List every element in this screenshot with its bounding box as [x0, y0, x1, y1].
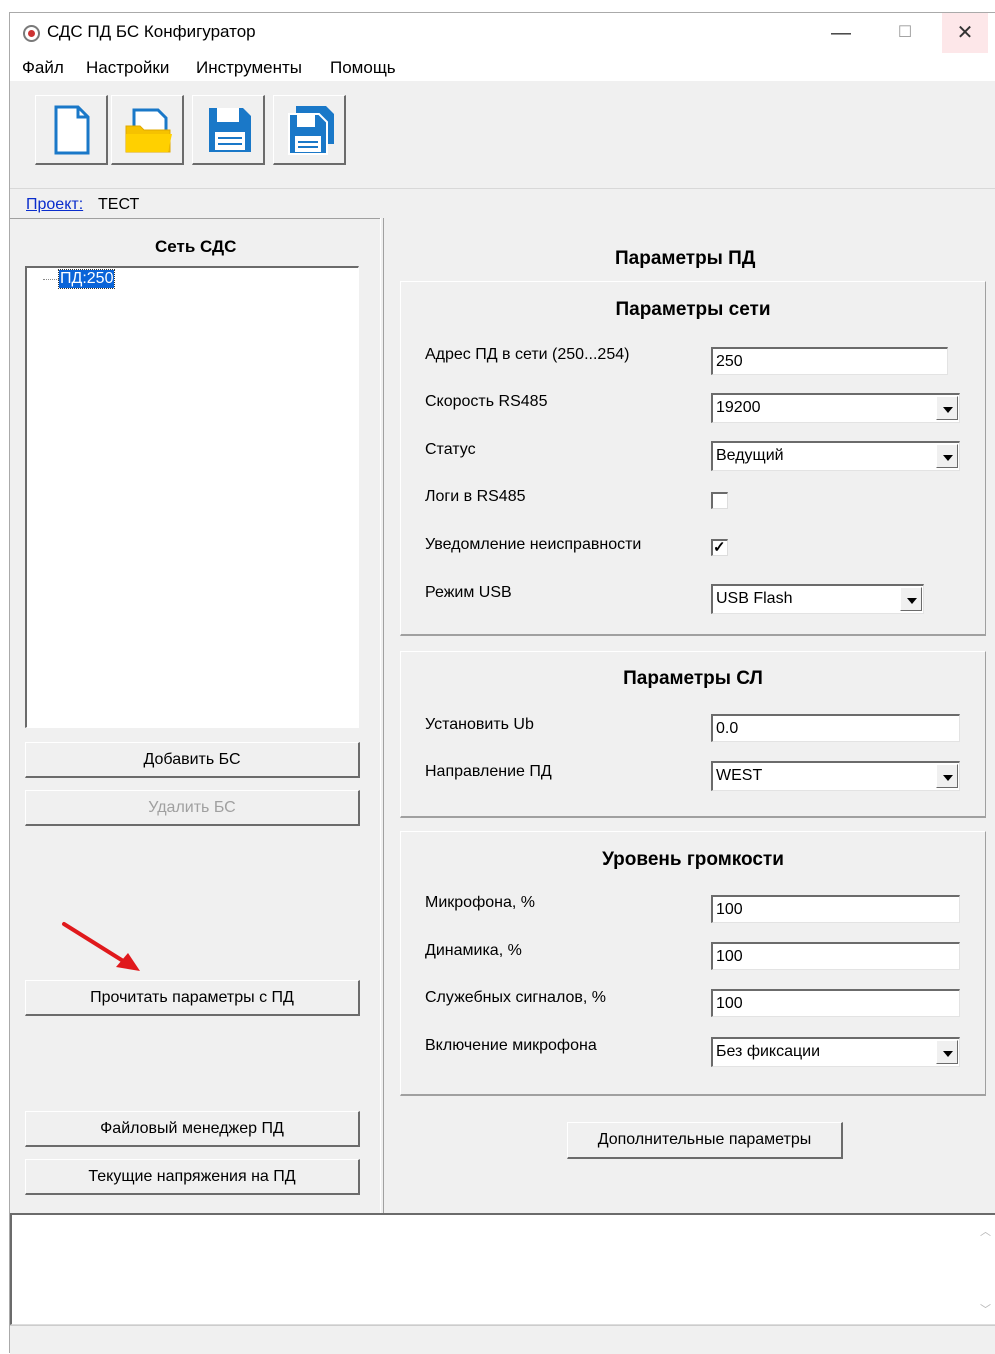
- params-title: Параметры ПД: [615, 248, 756, 269]
- tree-node-pd[interactable]: ПД:250: [57, 269, 116, 289]
- chevron-down-icon[interactable]: [936, 764, 958, 788]
- address-label: Адрес ПД в сети (250...254): [425, 346, 630, 363]
- mic-field[interactable]: 100: [711, 895, 960, 923]
- network-panel: Сеть СДС ПД:250 Добавить БС Удалить БС П…: [10, 218, 380, 1213]
- line-params-group: Параметры СЛ Установить Ub 0.0 Направлен…: [400, 651, 986, 818]
- tree-connector: [43, 279, 59, 280]
- logs-checkbox[interactable]: [711, 492, 728, 509]
- title-bar: СДС ПД БС Конфигуратор — ☐ ✕: [10, 13, 995, 53]
- volume-title: Уровень громкости: [602, 849, 784, 870]
- mic-label: Микрофона, %: [425, 894, 535, 911]
- project-line: Проект: ТЕСТ: [10, 190, 995, 218]
- file-manager-button[interactable]: Файловый менеджер ПД: [25, 1111, 360, 1147]
- save-icon: [209, 108, 251, 152]
- network-params-group: Параметры сети Адрес ПД в сети (250...25…: [400, 281, 986, 636]
- save-as-icon: [288, 106, 334, 155]
- save-as-button[interactable]: [273, 95, 346, 165]
- new-file-button[interactable]: [35, 95, 108, 165]
- status-bar: [10, 1325, 995, 1354]
- minimize-button[interactable]: —: [818, 13, 864, 53]
- window-title: СДС ПД БС Конфигуратор: [47, 22, 256, 41]
- read-params-button[interactable]: Прочитать параметры с ПД: [25, 980, 360, 1016]
- scroll-up-icon[interactable]: ︿: [980, 1223, 991, 1239]
- line-params-title: Параметры СЛ: [623, 668, 763, 689]
- ub-field[interactable]: 0.0: [711, 714, 960, 742]
- direction-select[interactable]: WEST: [711, 761, 960, 791]
- network-params-title: Параметры сети: [615, 299, 771, 320]
- menu-bar: Файл Настройки Инструменты Помощь: [10, 53, 995, 81]
- mic-mode-label: Включение микрофона: [425, 1037, 597, 1054]
- project-name: ТЕСТ: [98, 196, 140, 213]
- open-folder-icon: [125, 108, 172, 153]
- mic-mode-value: Без фиксации: [716, 1043, 821, 1060]
- chevron-down-icon[interactable]: [900, 587, 922, 611]
- address-field[interactable]: 250: [711, 347, 948, 375]
- extra-params-button[interactable]: Дополнительные параметры: [567, 1122, 843, 1159]
- usb-select[interactable]: USB Flash: [711, 584, 924, 614]
- app-window: СДС ПД БС Конфигуратор — ☐ ✕ Файл Настро…: [9, 12, 995, 1354]
- chevron-down-icon[interactable]: [936, 1040, 958, 1064]
- usb-label: Режим USB: [425, 584, 512, 601]
- remove-bs-button[interactable]: Удалить БС: [25, 790, 360, 826]
- menu-file[interactable]: Файл: [22, 58, 64, 78]
- status-label: Статус: [425, 441, 476, 458]
- volume-group: Уровень громкости Микрофона, % 100 Динам…: [400, 831, 986, 1096]
- status-select[interactable]: Ведущий: [711, 441, 960, 471]
- chevron-down-icon[interactable]: [936, 396, 958, 420]
- voltages-button[interactable]: Текущие напряжения на ПД: [25, 1159, 360, 1195]
- network-title: Сеть СДС: [155, 237, 237, 256]
- open-folder-button[interactable]: [111, 95, 184, 165]
- chevron-down-icon[interactable]: [936, 444, 958, 468]
- menu-settings[interactable]: Настройки: [86, 58, 169, 78]
- close-button[interactable]: ✕: [942, 13, 988, 53]
- direction-label: Направление ПД: [425, 763, 552, 780]
- status-value: Ведущий: [716, 447, 784, 464]
- project-link[interactable]: Проект:: [26, 196, 83, 214]
- service-signals-field[interactable]: 100: [711, 989, 960, 1017]
- ub-label: Установить Ub: [425, 716, 534, 733]
- menu-help[interactable]: Помощь: [330, 58, 396, 78]
- fault-label: Уведомление неисправности: [425, 536, 642, 553]
- speed-label: Скорость RS485: [425, 393, 548, 410]
- new-file-icon: [54, 105, 90, 155]
- fault-checkbox[interactable]: ✓: [711, 539, 728, 556]
- add-bs-button[interactable]: Добавить БС: [25, 742, 360, 778]
- app-logo-icon: [23, 25, 40, 42]
- service-signals-label: Служебных сигналов, %: [425, 989, 606, 1006]
- speed-value: 19200: [716, 399, 761, 416]
- maximize-button[interactable]: ☐: [882, 13, 928, 53]
- direction-value: WEST: [716, 767, 763, 784]
- speaker-field[interactable]: 100: [711, 942, 960, 970]
- save-button[interactable]: [192, 95, 265, 165]
- annotation-arrow-icon: [62, 922, 140, 971]
- network-tree[interactable]: ПД:250: [25, 266, 359, 728]
- mic-mode-select[interactable]: Без фиксации: [711, 1037, 960, 1067]
- menu-tools[interactable]: Инструменты: [196, 58, 302, 78]
- logs-label: Логи в RS485: [425, 488, 526, 505]
- speed-select[interactable]: 19200: [711, 393, 960, 423]
- log-output[interactable]: ︿ ﹀: [10, 1213, 995, 1325]
- scroll-down-icon[interactable]: ﹀: [980, 1301, 991, 1317]
- speaker-label: Динамика, %: [425, 942, 522, 959]
- usb-value: USB Flash: [716, 590, 793, 607]
- params-panel: Параметры ПД Параметры сети Адрес ПД в с…: [384, 218, 995, 1213]
- checkmark-icon: ✓: [713, 539, 726, 556]
- toolbar: [10, 81, 995, 189]
